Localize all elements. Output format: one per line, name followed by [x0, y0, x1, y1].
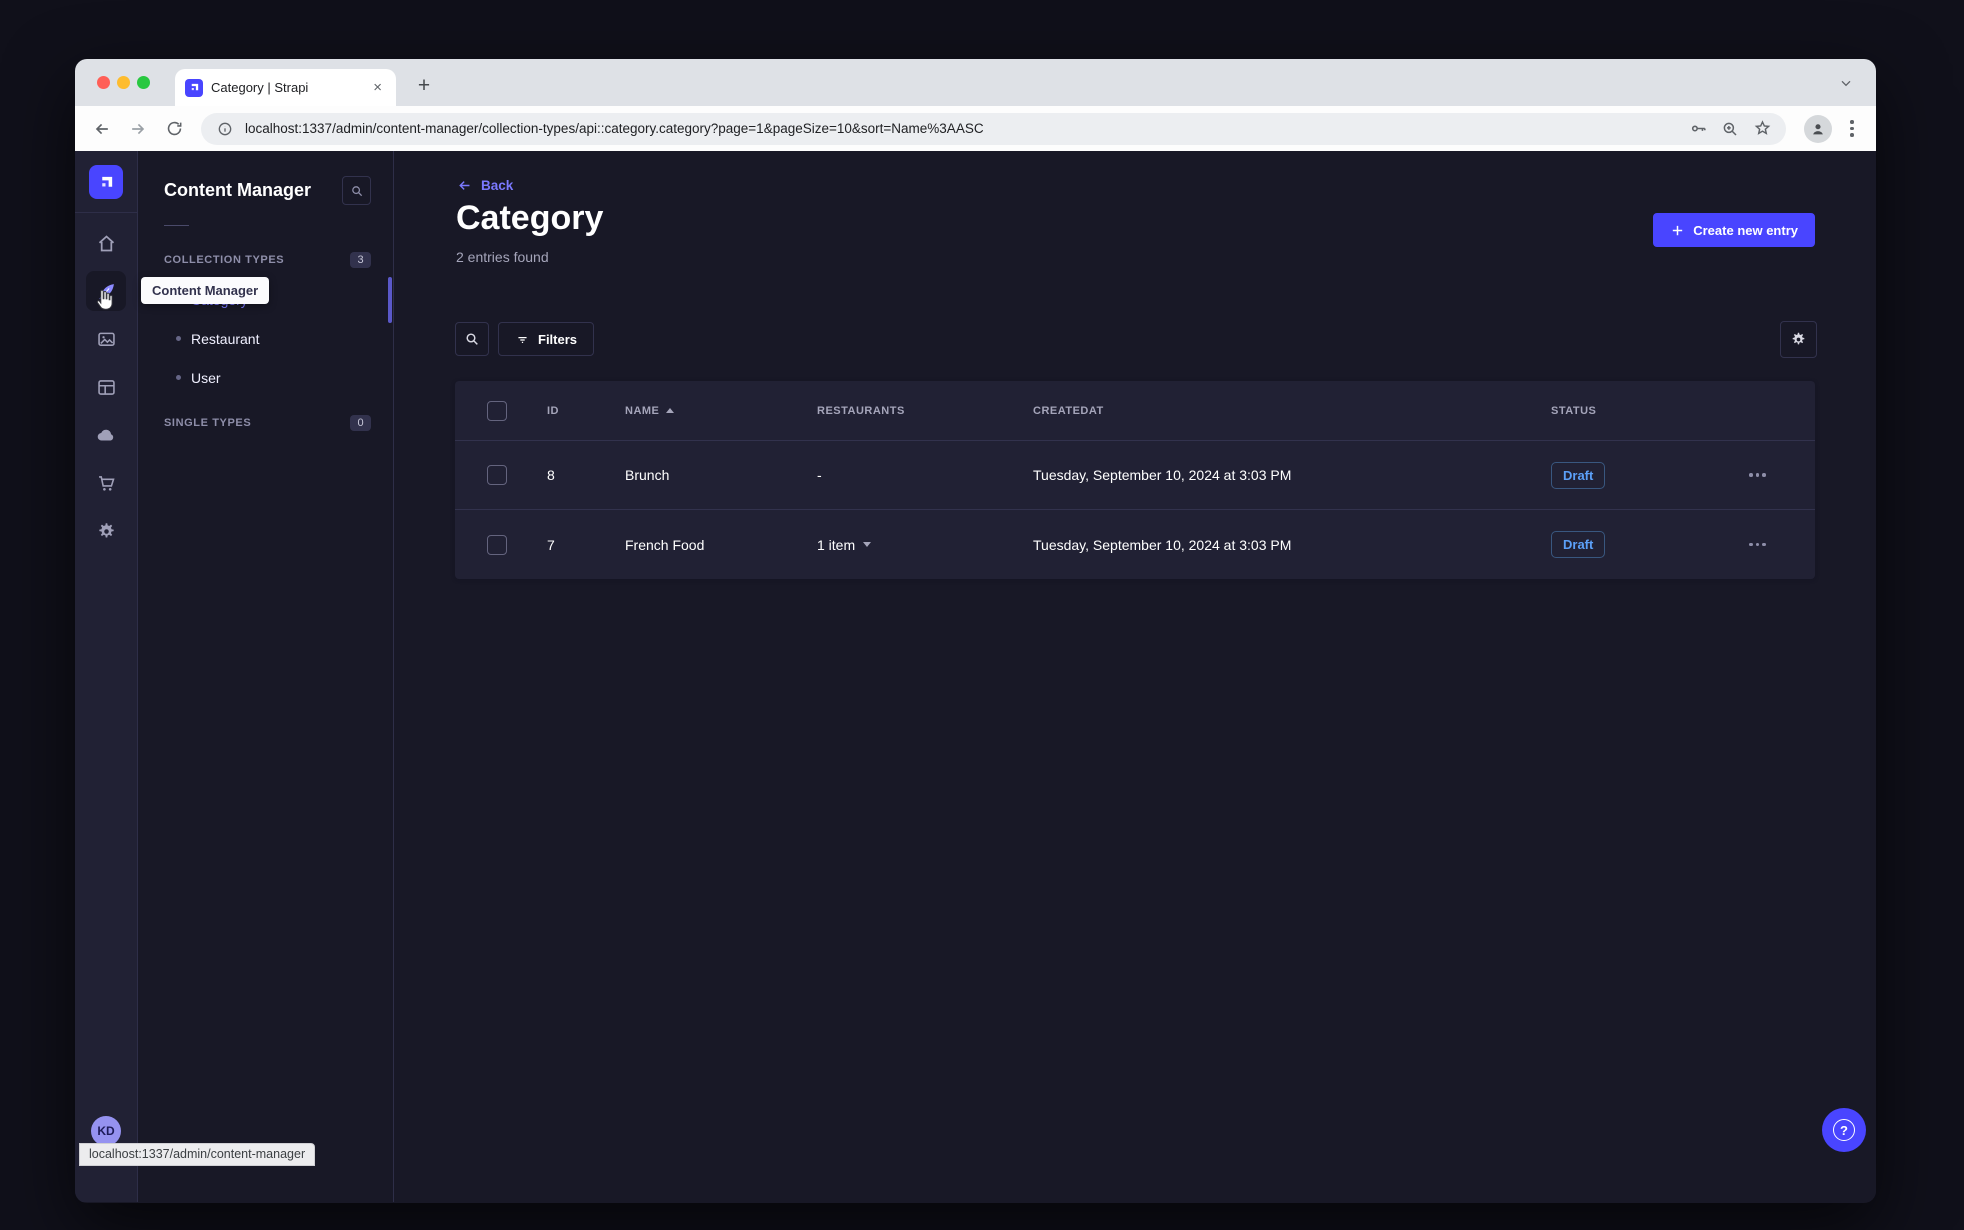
- entries-table: ID NAME RESTAURANTS CREATEDAT STATUS 8 B…: [455, 381, 1815, 579]
- plus-icon: [1673, 225, 1683, 235]
- row-actions-ellipsis-icon[interactable]: [1745, 539, 1815, 551]
- subnav-title: Content Manager: [164, 180, 312, 200]
- maximize-window-button[interactable]: [137, 76, 150, 89]
- row-checkbox[interactable]: [487, 465, 507, 485]
- table-settings-gear-icon[interactable]: [1780, 321, 1817, 358]
- collection-types-label: COLLECTION TYPES: [164, 254, 285, 266]
- column-header-restaurants[interactable]: RESTAURANTS: [817, 405, 1033, 417]
- back-label: Back: [481, 178, 514, 193]
- new-tab-button[interactable]: +: [408, 70, 440, 102]
- sidebar-item-settings[interactable]: [86, 511, 126, 551]
- column-header-status[interactable]: STATUS: [1551, 405, 1745, 417]
- select-all-checkbox[interactable]: [487, 400, 507, 421]
- table-search-icon[interactable]: [455, 322, 489, 356]
- single-types-count-badge: 0: [350, 415, 371, 431]
- strapi-logo[interactable]: [89, 165, 123, 199]
- content-manager-tooltip: Content Manager: [141, 277, 270, 304]
- tab-close-icon[interactable]: ×: [369, 78, 386, 97]
- sort-ascending-icon: [666, 408, 675, 413]
- filters-button[interactable]: Filters: [498, 322, 595, 356]
- sidebar-item-marketplace[interactable]: [86, 463, 126, 503]
- back-navigation-icon[interactable]: [87, 114, 117, 144]
- sidebar-item-content-manager[interactable]: [86, 271, 126, 311]
- column-header-id[interactable]: ID: [547, 405, 625, 417]
- sidebar-item-cloud[interactable]: [86, 415, 126, 455]
- sidebar-item-media-library[interactable]: [86, 319, 126, 359]
- browser-tab-strip: Category | Strapi × +: [75, 59, 1876, 106]
- row-actions-ellipsis-icon[interactable]: [1745, 469, 1815, 481]
- filters-label: Filters: [538, 331, 578, 347]
- back-link[interactable]: Back: [456, 177, 513, 194]
- sidebar-item-label: User: [191, 369, 221, 386]
- browser-toolbar: localhost:1337/admin/content-manager/col…: [75, 106, 1876, 151]
- site-info-icon[interactable]: [215, 119, 235, 139]
- table-header-row: ID NAME RESTAURANTS CREATEDAT STATUS: [455, 381, 1815, 440]
- browser-menu-kebab-icon[interactable]: [1840, 115, 1864, 143]
- table-row[interactable]: 7 French Food 1 item Tuesday, September …: [455, 509, 1815, 579]
- column-header-name[interactable]: NAME: [625, 405, 817, 417]
- cell-name: Brunch: [625, 467, 670, 483]
- subnav-scrollbar-thumb[interactable]: [388, 277, 392, 323]
- filter-icon: [518, 336, 527, 343]
- row-checkbox[interactable]: [487, 534, 507, 555]
- bullet-icon: [176, 375, 181, 380]
- single-types-label: SINGLE TYPES: [164, 417, 252, 429]
- column-header-createdat[interactable]: CREATEDAT: [1033, 405, 1551, 417]
- cell-name: French Food: [625, 536, 705, 553]
- help-button[interactable]: ?: [1822, 1108, 1866, 1152]
- strapi-app: KD Content Manager COLLECTION TYPES 3 Re…: [75, 151, 1876, 1202]
- entries-count: 2 entries found: [456, 249, 549, 265]
- url-text[interactable]: localhost:1337/admin/content-manager/col…: [245, 121, 1676, 136]
- forward-navigation-icon[interactable]: [123, 114, 153, 144]
- sidebar-item-content-type-builder[interactable]: [86, 367, 126, 407]
- main-nav-rail: KD: [75, 151, 138, 1202]
- cell-restaurants: 1 item: [817, 536, 856, 553]
- collection-types-count-badge: 3: [350, 252, 371, 268]
- browser-window: Category | Strapi × + localhost:1337/adm…: [75, 59, 1876, 1203]
- main-content: Back Category 2 entries found Create new…: [394, 151, 1876, 1202]
- tab-search-chevron-icon[interactable]: [1838, 72, 1862, 94]
- question-mark-icon: ?: [1833, 1119, 1855, 1141]
- bullet-icon: [176, 336, 181, 341]
- sidebar-item-restaurant[interactable]: Restaurant: [138, 319, 393, 358]
- table-row[interactable]: 8 Brunch - Tuesday, September 10, 2024 a…: [455, 440, 1815, 509]
- minimize-window-button[interactable]: [117, 76, 130, 89]
- content-manager-subnav: Content Manager COLLECTION TYPES 3 Categ…: [138, 151, 394, 1202]
- create-new-entry-label: Create new entry: [1693, 222, 1798, 238]
- sidebar-item-home[interactable]: [86, 223, 126, 263]
- sidebar-item-label: Restaurant: [191, 330, 260, 347]
- desktop-background: Category | Strapi × + localhost:1337/adm…: [0, 0, 1964, 1230]
- status-bar-link: localhost:1337/admin/content-manager: [79, 1143, 316, 1166]
- bookmark-star-icon[interactable]: [1752, 119, 1772, 139]
- cell-id: 8: [547, 467, 555, 483]
- password-key-icon[interactable]: [1688, 119, 1708, 139]
- traffic-lights: [97, 76, 150, 89]
- arrow-left-icon: [459, 181, 470, 190]
- tab-title: Category | Strapi: [211, 80, 309, 95]
- close-window-button[interactable]: [97, 76, 110, 89]
- sidebar-item-user[interactable]: User: [138, 358, 393, 397]
- browser-profile-icon[interactable]: [1804, 114, 1832, 143]
- status-badge: Draft: [1551, 531, 1606, 558]
- cell-restaurants: -: [817, 467, 822, 483]
- cell-createdat: Tuesday, September 10, 2024 at 3:03 PM: [1033, 467, 1292, 483]
- subnav-divider: [164, 225, 189, 226]
- reload-icon[interactable]: [159, 114, 189, 144]
- zoom-in-icon[interactable]: [1720, 119, 1740, 139]
- browser-tab[interactable]: Category | Strapi ×: [175, 69, 396, 106]
- chevron-down-icon[interactable]: [863, 542, 872, 547]
- page-title: Category: [456, 199, 604, 237]
- strapi-favicon-icon: [185, 78, 203, 97]
- cell-id: 7: [547, 536, 555, 553]
- subnav-search-icon[interactable]: [342, 176, 371, 205]
- user-avatar[interactable]: KD: [91, 1116, 121, 1146]
- status-badge: Draft: [1551, 461, 1606, 489]
- create-new-entry-button[interactable]: Create new entry: [1653, 213, 1815, 247]
- url-bar[interactable]: localhost:1337/admin/content-manager/col…: [201, 112, 1786, 145]
- rail-divider: [75, 212, 138, 213]
- cell-createdat: Tuesday, September 10, 2024 at 3:03 PM: [1033, 536, 1292, 553]
